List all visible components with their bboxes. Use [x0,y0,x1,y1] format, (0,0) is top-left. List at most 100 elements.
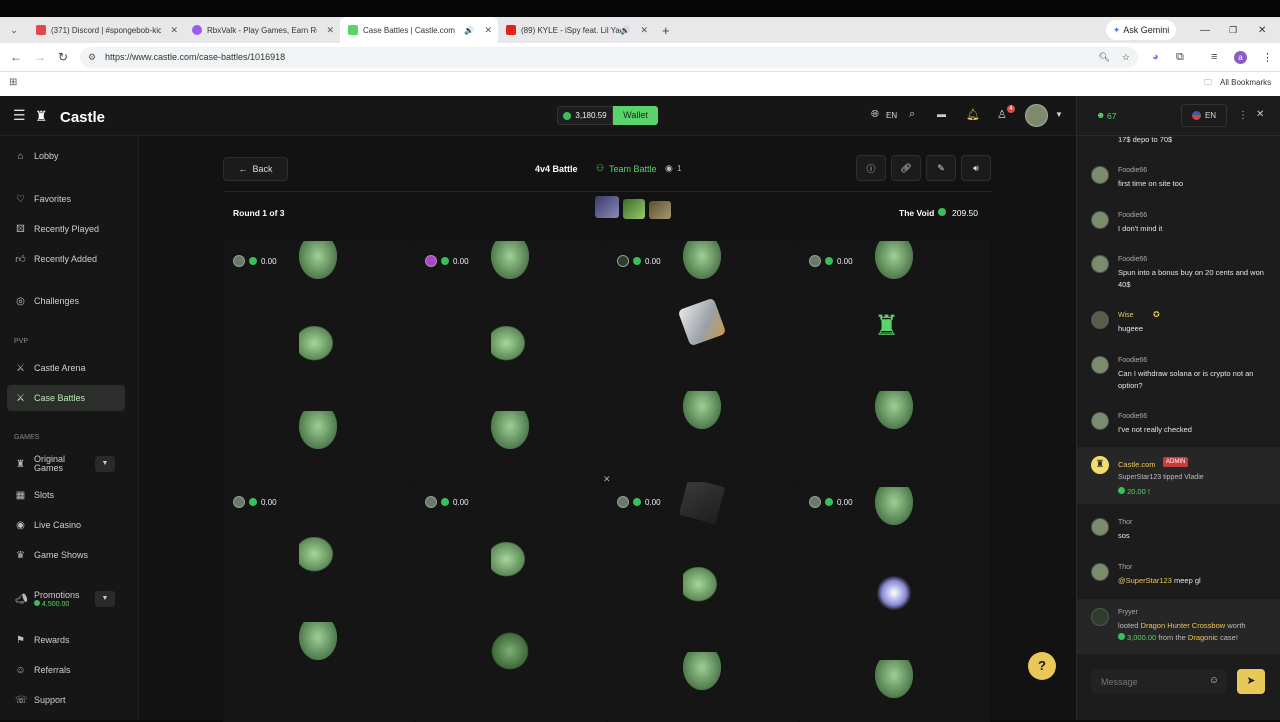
profile-avatar[interactable]: a [1234,51,1247,64]
pvp-section-title: PVP [14,338,29,345]
coin-icon [249,257,257,265]
zoom-icon[interactable]: 🔍︎ [1099,47,1110,68]
people-icon: ☺ [15,664,26,676]
close-tab-icon[interactable]: ✕ [326,25,334,36]
player-slot: 0.00 [799,482,990,722]
minimize-icon[interactable]: — [1200,25,1210,36]
fairness-button[interactable]: ✎ [926,155,956,181]
browser-tab[interactable]: RbxValk - Play Games, Earn Rew ✕ [184,17,340,43]
sidebar-item-live-casino[interactable]: ◉ Live Casino [7,512,125,538]
bell-icon[interactable]: 🔔︎ [966,108,980,121]
speaker-icon[interactable]: 🔊 [464,26,474,35]
search-icon[interactable]: ⌕ [909,108,915,121]
avatar [1091,255,1109,273]
player-slot: 0.00 [223,482,414,722]
chevron-down-icon[interactable]: ▼ [1055,110,1063,119]
site-info-icon[interactable]: ⚙ [88,47,96,68]
notification-badge: 4 [1007,105,1015,113]
help-button[interactable]: ? [1028,652,1056,680]
link-button[interactable]: 🔗︎ [891,155,921,181]
browser-menu-icon[interactable]: ⋮ [1262,51,1273,64]
sidebar-item-game-shows[interactable]: ♛ Game Shows [7,542,125,568]
jade-shards-image [299,326,337,364]
sidebar-item-lobby[interactable]: ⌂ Lobby [7,143,125,169]
new-tab-button[interactable]: + [662,23,670,38]
sidebar-item-promotions[interactable]: 📣︎ Promotions 4,500.00 ▼ [7,584,125,614]
case-name: The Void [899,208,935,218]
tab-list-button[interactable]: ⌄ [0,25,28,36]
sidebar-item-favorites[interactable]: ♡ Favorites [7,186,125,212]
avatar [1091,166,1109,184]
sound-button[interactable]: 🔊︎ [961,155,991,181]
ask-gemini-button[interactable]: ✦ Ask Gemini [1106,20,1176,40]
rbxvalk-favicon-icon [192,25,202,35]
speaker-icon[interactable]: 🔊 [620,26,630,35]
browser-tab[interactable]: (89) KYLE - iSpy feat. Lil Yac 🔊 ✕ [498,17,654,43]
extension-icon[interactable]: ◕ [1152,51,1159,63]
rewards-icon[interactable]: ♙ [997,108,1007,121]
bookmark-star-icon[interactable]: ☆ [1122,47,1130,68]
avatar [617,255,629,267]
castle-logo-icon[interactable]: ♜ [35,108,48,125]
expand-button[interactable]: ▼ [95,591,115,607]
chat-language-select[interactable]: EN [1181,104,1227,127]
avatar [1091,518,1109,536]
sidebar-item-case-battles[interactable]: ⚔ Case Battles [7,385,125,411]
info-button[interactable]: ⓘ [856,155,886,181]
all-bookmarks-link[interactable]: All Bookmarks [1220,78,1271,87]
reload-icon[interactable]: ↻ [58,50,68,64]
browser-tab[interactable]: (371) Discord | #spongebob-kic ✕ [28,17,184,43]
sidebar-item-rewards[interactable]: ⚑ Rewards [7,627,125,653]
expand-button[interactable]: ▼ [95,456,115,472]
back-arrow-icon[interactable]: ← [10,50,22,64]
case-thumbnails [595,196,671,219]
close-tab-icon[interactable]: ✕ [170,25,178,36]
sidebar-item-challenges[interactable]: ◎ Challenges [7,288,125,314]
chat-close-icon[interactable]: ✕ [1256,109,1264,120]
sidebar-item-recently-added[interactable]: 👍︎ Recently Added [7,246,125,272]
jade-item-image [299,622,337,660]
question-icon: ? [1038,658,1046,673]
goblin-case-image [623,199,645,219]
brand-name[interactable]: Castle [60,109,105,126]
window-close-icon[interactable]: ✕ [1258,25,1266,36]
send-button[interactable]: ➤ [1237,669,1265,694]
chat-message-input[interactable] [1091,669,1201,694]
chat-bubble-icon[interactable]: ▬ [937,109,946,119]
chat-menu-icon[interactable]: ⋮ [1238,110,1248,121]
swords-icon: ⚔ [16,362,25,374]
avatar [233,496,245,508]
mention[interactable]: @SuperStar123 [1118,576,1172,585]
coin-icon [1118,633,1125,640]
media-control-icon[interactable]: ≡ [1211,51,1217,63]
restore-icon[interactable]: ❐ [1229,25,1237,36]
back-button[interactable]: ← Back [223,157,288,181]
user-avatar[interactable] [1025,104,1048,127]
emoji-icon[interactable]: ☺ [1209,675,1219,686]
forward-arrow-icon[interactable]: → [34,50,46,64]
avatar [809,255,821,267]
close-tab-icon[interactable]: ✕ [484,25,492,36]
viewer-count: 1 [677,164,682,173]
sidebar-item-referrals[interactable]: ☺ Referrals [7,657,125,683]
url-field[interactable]: ⚙ https://www.castle.com/case-battles/10… [80,47,1138,68]
sidebar-item-castle-arena[interactable]: ⚔ Castle Arena [7,355,125,381]
sidebar-item-support[interactable]: ☏ Support [7,687,125,713]
extensions-puzzle-icon[interactable]: ⧉ [1176,51,1184,64]
close-tab-icon[interactable]: ✕ [640,25,648,36]
sidebar-item-original-games[interactable]: ♜ Original Games ▼ [7,451,125,477]
browser-tab-active[interactable]: Case Battles | Castle.com 🔊 ✕ [340,17,498,43]
dice-icon: ⚄ [16,223,25,235]
apps-grid-icon[interactable]: ⊞ [9,77,17,88]
jade-item-image [491,411,529,449]
balance-display[interactable]: 3,180.59 [557,106,613,125]
globe-icon[interactable]: 🌐︎ [871,109,879,120]
language-label[interactable]: EN [886,111,897,120]
chest-case-image [649,201,671,219]
hamburger-menu-icon[interactable]: ☰ [13,107,26,124]
sidebar-item-slots[interactable]: ▦ Slots [7,482,125,508]
jade-item-image [299,411,337,449]
sidebar-item-recently-played[interactable]: ⚄ Recently Played [7,216,125,242]
wallet-button[interactable]: Wallet [613,106,658,125]
castle-green-icon: ♜ [874,310,900,341]
